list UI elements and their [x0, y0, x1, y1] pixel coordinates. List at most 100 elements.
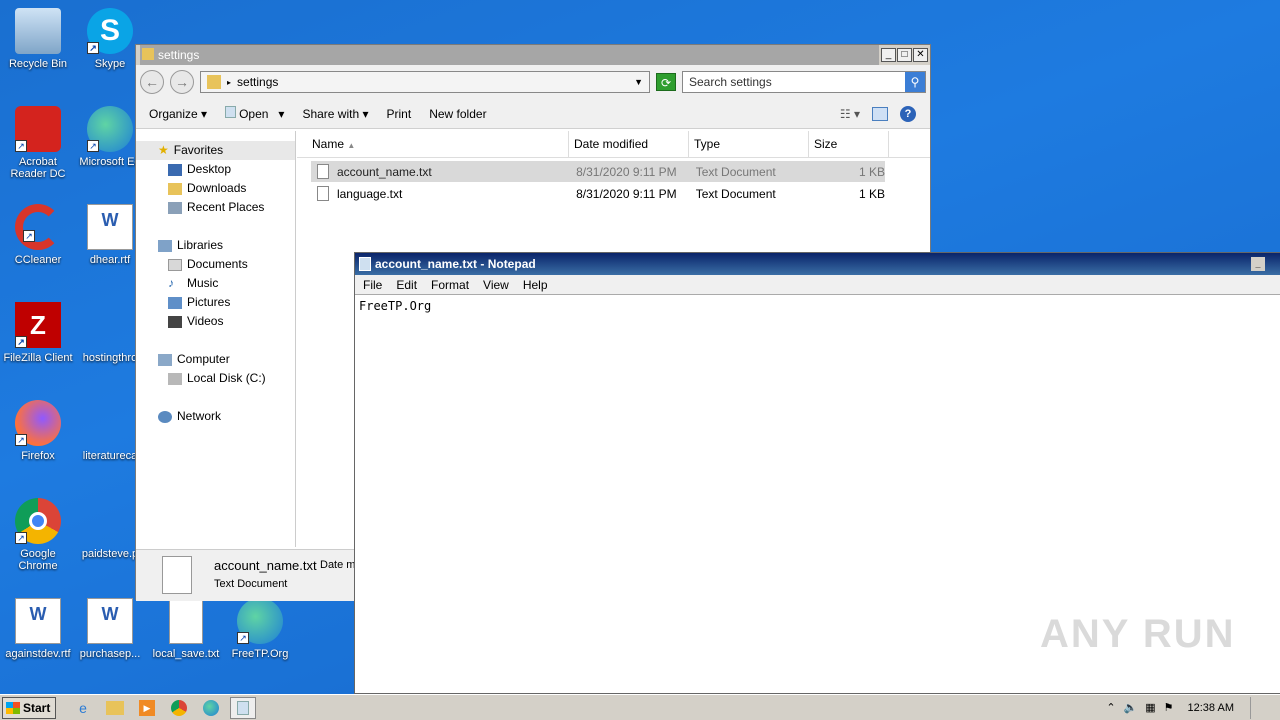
explorer-titlebar[interactable]: settings _ □ ✕ [136, 45, 930, 65]
nav-videos[interactable]: Videos [136, 312, 295, 331]
nav-pictures[interactable]: Pictures [136, 293, 295, 312]
chrome-icon: ↗ [15, 498, 61, 544]
notepad-taskbar-icon[interactable] [230, 696, 256, 719]
details-pane: account_name.txt Date m Text Document [136, 549, 356, 601]
desktop-icon-freetp[interactable]: ↗ FreeTP.Org [222, 598, 298, 660]
text-file-icon [317, 186, 329, 201]
media-player-taskbar-icon[interactable]: ▶ [134, 697, 160, 719]
blank-icon [87, 498, 133, 544]
text-file-icon [162, 556, 192, 594]
start-button[interactable]: Start [2, 696, 56, 719]
downloads-icon [168, 182, 182, 195]
notepad-menubar: File Edit Format View Help [355, 275, 1280, 295]
videos-icon [168, 315, 182, 328]
menu-help[interactable]: Help [523, 278, 548, 292]
nav-local-disk[interactable]: Local Disk (C:) [136, 369, 295, 388]
nav-desktop[interactable]: Desktop [136, 160, 295, 179]
maximize-button[interactable]: □ [897, 48, 912, 62]
notepad-icon [225, 106, 237, 118]
notepad-titlebar[interactable]: account_name.txt - Notepad _ [355, 253, 1280, 275]
nav-network[interactable]: Network [136, 407, 295, 426]
computer-icon [158, 353, 172, 366]
folder-icon [106, 700, 124, 715]
clock[interactable]: 12:38 AM [1188, 702, 1234, 714]
desktop-icon-recycle-bin[interactable]: Recycle Bin [0, 8, 76, 70]
nav-favorites[interactable]: ★ Favorites [136, 141, 295, 160]
word-doc-icon: W [87, 204, 133, 250]
new-folder-button[interactable]: New folder [429, 107, 486, 121]
address-row: ← → ▸ settings ▼ ⟳ Search settings ⚲ [136, 65, 930, 99]
minimize-button[interactable]: _ [881, 48, 896, 62]
address-bar[interactable]: ▸ settings ▼ [200, 71, 650, 93]
search-input[interactable]: Search settings ⚲ [682, 71, 926, 93]
text-file-icon [317, 164, 329, 179]
minimize-button[interactable]: _ [1251, 257, 1265, 271]
star-icon: ★ [158, 143, 169, 157]
menu-edit[interactable]: Edit [396, 278, 417, 292]
nav-downloads[interactable]: Downloads [136, 179, 295, 198]
action-center-flag-icon[interactable]: ⚑ [1164, 701, 1174, 714]
desktop-icon-purchasep[interactable]: W purchasep... [72, 598, 148, 660]
chevron-right-icon: ▸ [227, 77, 232, 87]
file-row[interactable]: account_name.txt 8/31/2020 9:11 PM Text … [311, 161, 885, 182]
notepad-text-area[interactable]: FreeTP.Org [355, 295, 1280, 317]
explorer-taskbar-icon[interactable] [102, 697, 128, 719]
network-icon [158, 410, 172, 423]
nav-documents[interactable]: Documents [136, 255, 295, 274]
volume-icon[interactable]: 🔈 [1124, 701, 1138, 714]
recycle-bin-icon [15, 8, 61, 54]
notepad-icon [359, 257, 371, 271]
desktop-icon-local-save[interactable]: local_save.txt [148, 598, 224, 660]
print-button[interactable]: Print [387, 107, 412, 121]
menu-file[interactable]: File [363, 278, 382, 292]
show-hidden-icons-icon[interactable]: ⌃ [1106, 701, 1115, 714]
acrobat-icon: ↗ [15, 106, 61, 152]
refresh-button[interactable]: ⟳ [656, 73, 676, 91]
menu-view[interactable]: View [483, 278, 509, 292]
chrome-icon [171, 699, 187, 716]
share-with-button[interactable]: Share with ▾ [302, 107, 368, 121]
column-type[interactable]: Type [689, 131, 809, 157]
chrome-taskbar-icon[interactable] [166, 697, 192, 719]
nav-music[interactable]: ♪ Music [136, 274, 295, 293]
chevron-down-icon[interactable]: ▼ [634, 77, 643, 87]
network-icon[interactable]: ▦ [1145, 701, 1155, 714]
close-button[interactable]: ✕ [913, 48, 928, 62]
sort-up-icon: ▲ [347, 141, 356, 150]
column-size[interactable]: Size [809, 131, 889, 157]
nav-libraries[interactable]: Libraries [136, 236, 295, 255]
filezilla-icon: Z ↗ [15, 302, 61, 348]
forward-button[interactable]: → [170, 70, 194, 94]
recent-places-icon [168, 201, 182, 214]
show-desktop-button[interactable] [1250, 696, 1260, 719]
windows-logo-icon [6, 701, 20, 714]
desktop-icon-chrome[interactable]: ↗ Google Chrome [0, 498, 76, 572]
firefox-icon: ↗ [15, 400, 61, 446]
nav-recent-places[interactable]: Recent Places [136, 198, 295, 217]
blank-icon [87, 400, 133, 446]
desktop-icon-firefox[interactable]: ↗ Firefox [0, 400, 76, 462]
back-button[interactable]: ← [140, 70, 164, 94]
organize-button[interactable]: Organize ▾ [149, 107, 207, 121]
column-name[interactable]: Name ▲ [297, 131, 569, 157]
desktop-icon-acrobat[interactable]: ↗ Acrobat Reader DC [0, 106, 76, 180]
open-button[interactable]: Open ▾ [225, 106, 284, 121]
help-icon[interactable]: ? [900, 105, 916, 122]
menu-format[interactable]: Format [431, 278, 469, 292]
column-date-modified[interactable]: Date modified [569, 131, 689, 157]
nav-computer[interactable]: Computer [136, 350, 295, 369]
desktop-icon-againstdev[interactable]: W againstdev.rtf [0, 598, 76, 660]
navigation-pane: ★ Favorites Desktop Downloads Recent Plac… [136, 131, 296, 547]
desktop-icon-filezilla[interactable]: Z ↗ FileZilla Client [0, 302, 76, 364]
edge-taskbar-icon[interactable] [198, 697, 224, 719]
file-row[interactable]: language.txt 8/31/2020 9:11 PM Text Docu… [311, 183, 885, 204]
preview-pane-icon[interactable] [872, 106, 888, 121]
ie-taskbar-icon[interactable]: e [70, 697, 96, 719]
edge-icon: ↗ [237, 598, 283, 644]
blank-icon [87, 302, 133, 348]
edge-icon [203, 699, 219, 716]
search-icon[interactable]: ⚲ [905, 72, 925, 92]
system-tray: ⌃ 🔈 ▦ ⚑ 12:38 AM [1106, 696, 1280, 719]
desktop-icon-ccleaner[interactable]: ↗ CCleaner [0, 204, 76, 266]
view-options-icon[interactable]: ☷ ▾ [840, 107, 860, 121]
